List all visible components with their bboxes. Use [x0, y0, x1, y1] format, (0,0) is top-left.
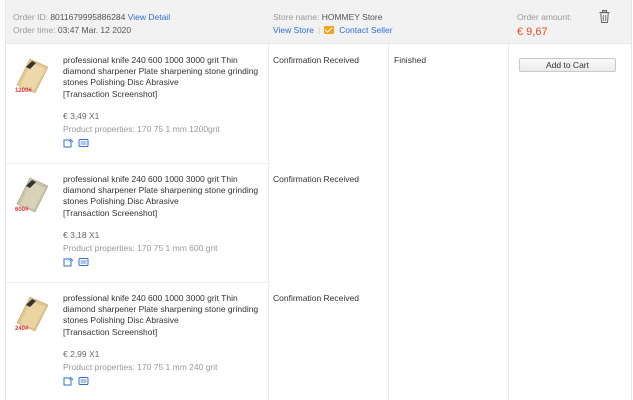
- view-detail-link[interactable]: View Detail: [128, 12, 170, 22]
- order-item-row: 240# professional knife 240 600 1000 300…: [6, 283, 631, 400]
- item-status: Confirmation Received: [273, 55, 359, 65]
- order-time-value: 03:47 Mar. 12 2020: [57, 25, 132, 35]
- item-icons: [63, 138, 93, 148]
- item-status: Confirmation Received: [273, 174, 359, 184]
- store-name-label: Store name:: [273, 12, 320, 22]
- order-status: Finished: [394, 55, 427, 65]
- item-price: € 3,18 X1: [63, 230, 100, 240]
- item-price: € 3,49 X1: [63, 111, 100, 121]
- item-icons: [63, 376, 93, 386]
- store-info: Store name: HOMMEY Store View Store | Cont…: [273, 11, 393, 37]
- snapshot-icon[interactable]: [63, 138, 74, 148]
- snapshot-icon[interactable]: [63, 376, 74, 386]
- order-header: Order ID: 8011679995886284 View Detail O…: [6, 0, 631, 44]
- product-title[interactable]: professional knife 240 600 1000 3000 gri…: [63, 55, 265, 88]
- product-title[interactable]: professional knife 240 600 1000 3000 gri…: [63, 293, 265, 326]
- thumb-grit-label: 1200#: [15, 88, 32, 94]
- thumb-grit-label: 240#: [15, 326, 29, 332]
- order-id-value: 8011679995886284: [50, 12, 126, 22]
- product-thumbnail[interactable]: 1200#: [12, 55, 52, 95]
- order-id-label: Order ID:: [13, 12, 48, 22]
- product-properties: Product properties: 170 75 1 mm 1200grit: [63, 124, 220, 134]
- add-to-cart-button[interactable]: Add to Cart: [519, 58, 616, 72]
- product-thumbnail[interactable]: 240#: [12, 293, 52, 333]
- trash-icon[interactable]: [599, 10, 610, 23]
- item-icons: [63, 257, 93, 267]
- order-time-label: Order time:: [13, 25, 56, 35]
- transaction-screenshot-link[interactable]: [Transaction Screenshot]: [63, 208, 157, 218]
- order-amount-value: € 9,67: [517, 26, 548, 38]
- mail-icon: [324, 26, 335, 34]
- coupon-icon[interactable]: [78, 257, 89, 267]
- divider: |: [317, 25, 321, 35]
- item-status: Confirmation Received: [273, 293, 359, 303]
- order-item-row: 600# professional knife 240 600 1000 300…: [6, 164, 631, 282]
- transaction-screenshot-link[interactable]: [Transaction Screenshot]: [63, 327, 157, 337]
- product-properties: Product properties: 170 75 1 mm 240 grit: [63, 362, 218, 372]
- order-item-row: 1200# professional knife 240 600 1000 30…: [6, 45, 631, 163]
- coupon-icon[interactable]: [78, 376, 89, 386]
- product-properties: Product properties: 170 75 1 mm 600 grit: [63, 243, 218, 253]
- transaction-screenshot-link[interactable]: [Transaction Screenshot]: [63, 89, 157, 99]
- order-amount-label: Order amount:: [517, 12, 572, 22]
- snapshot-icon[interactable]: [63, 257, 74, 267]
- order-card: Order ID: 8011679995886284 View Detail O…: [5, 0, 632, 400]
- product-title[interactable]: professional knife 240 600 1000 3000 gri…: [63, 174, 265, 207]
- view-store-link[interactable]: View Store: [273, 25, 314, 35]
- contact-seller-link[interactable]: Contact Seller: [339, 25, 392, 35]
- coupon-icon[interactable]: [78, 138, 89, 148]
- store-name-value: HOMMEY Store: [321, 12, 383, 22]
- product-thumbnail[interactable]: 600#: [12, 174, 52, 214]
- order-amount: Order amount: € 9,67: [517, 11, 572, 39]
- thumb-grit-label: 600#: [15, 207, 29, 213]
- order-info: Order ID: 8011679995886284 View Detail O…: [13, 11, 170, 37]
- item-price: € 2,99 X1: [63, 349, 100, 359]
